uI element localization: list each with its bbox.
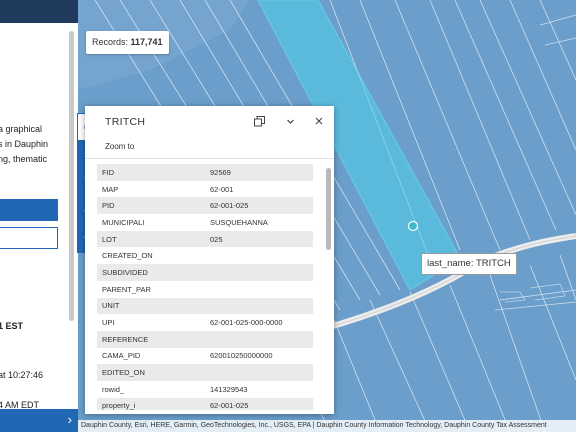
attribute-table: FID 92569 MAP 62-001 PID 62-001-025 MUNICIPALI… [97,164,313,410]
dock-button[interactable] [251,113,267,129]
records-count-badge: Records: 117,741 [86,31,169,54]
collapse-button[interactable] [282,113,298,129]
attribute-name: rowid_ [102,384,125,394]
attribute-name: EDITED_ON [97,364,205,381]
attribute-value [205,364,313,381]
location-marker [407,220,419,232]
popup-title: TRITCH [105,116,146,128]
close-icon [315,117,323,125]
table-row: UPI 62-001-025-000-0000 [97,314,313,331]
attribute-value [205,281,313,298]
panel-text-line: s in Dauphin [0,139,49,149]
table-row: CREATED_ON [97,247,313,264]
attribute-value: SUSQUEHANNA [210,217,268,227]
attribute-name: PID [97,197,205,215]
hover-tooltip: last_name: TRITCH [421,253,517,275]
attribute-value [205,330,313,348]
divider [85,158,334,159]
attribute-name: MUNICIPALI [102,217,145,227]
panel-text-line: 1 EST [0,321,24,331]
panel-secondary-button[interactable] [0,227,58,249]
side-panel: a graphical s in Dauphin ng, thematic 1 … [0,0,78,432]
panel-text-line: at 10:27:46 [0,370,44,380]
close-button[interactable] [311,113,327,129]
attribute-value: 62-001-025 [205,397,313,410]
zoom-to-link[interactable]: Zoom to [105,142,134,151]
attribute-name: UPI [102,318,115,328]
popup-header: TRITCH [85,106,334,136]
panel-text-line: a graphical [0,124,43,134]
table-row: PID 62-001-025 [97,197,313,215]
attribute-value: 141329543 [210,384,248,394]
chevron-down-icon [286,119,294,124]
attribute-value: 62-001-025-000-0000 [210,318,283,328]
attribute-name: UNIT [97,297,205,315]
panel-text-line: ng, thematic [0,154,48,164]
panel-header [0,0,78,23]
panel-footer-bar[interactable]: › [0,409,78,432]
attribute-name: FID [97,164,205,181]
app-root: Records: 117,741 last_name: TRITCH Dauph… [0,0,576,432]
map-attribution: Dauphin County, Esri, HERE, Garmin, GeoT… [78,420,576,432]
table-row: MUNICIPALI SUSQUEHANNA [97,214,313,231]
attribute-name: CREATED_ON [102,251,153,261]
attribute-value: 92569 [205,164,313,181]
table-row: REFERENCE [97,330,313,348]
records-count: 117,741 [130,37,163,47]
attribute-name: PARENT_PAR [102,284,151,294]
panel-scrollbar[interactable] [69,31,74,321]
table-row: MAP 62-001 [97,181,313,198]
table-row: property_i 62-001-025 [97,397,313,410]
attribute-name: MAP [102,184,119,194]
table-row: LOT 025 [97,230,313,248]
attribute-name: REFERENCE [97,330,205,348]
feature-popup: TRITCH Zoom to FID 92569 MAP 62-001 PID … [85,106,334,414]
panel-primary-button[interactable] [0,199,58,221]
attribute-value [205,264,313,281]
table-row: CAMA_PID 620010250000000 [97,348,313,365]
attribute-value [205,247,313,264]
table-row: UNIT [97,297,313,315]
attribute-table-container: FID 92569 MAP 62-001 PID 62-001-025 MUNICIPALI… [97,164,313,410]
table-row: FID 92569 [97,164,313,181]
attribute-value: 62-001 [210,184,234,194]
table-row: rowid_ 141329543 [97,381,313,398]
table-row: EDITED_ON [97,364,313,381]
popup-scrollbar[interactable] [326,168,331,250]
attribute-value: 025 [205,230,313,248]
attribute-value: 62-001-025 [205,197,313,215]
attribute-value [205,297,313,315]
table-row: SUBDIVIDED [97,264,313,281]
chevron-right-icon[interactable]: › [68,412,72,427]
records-label: Records: [92,37,129,47]
attribute-name: LOT [97,230,205,248]
dock-icon [253,115,265,126]
attribute-name: property_i [97,397,205,410]
attribute-name: CAMA_PID [102,351,141,361]
attribute-name: SUBDIVIDED [97,264,205,281]
table-row: PARENT_PAR [97,281,313,298]
attribute-value: 620010250000000 [210,351,273,361]
